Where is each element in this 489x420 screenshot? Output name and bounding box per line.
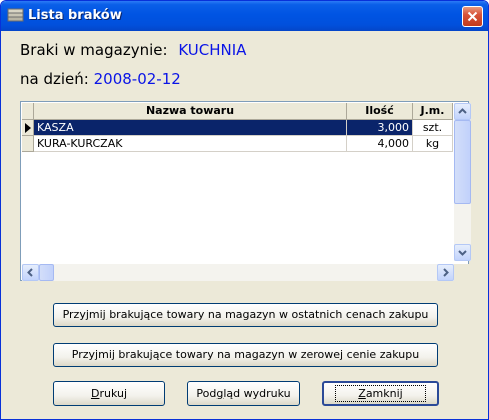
preview-label-end: ląd wydruku bbox=[223, 387, 291, 400]
print-button[interactable]: Drukuj bbox=[53, 381, 165, 406]
scroll-down-button[interactable] bbox=[454, 244, 471, 261]
date-label: na dzień: bbox=[20, 70, 89, 88]
magazyn-label: Braki w magazynie: bbox=[20, 41, 168, 59]
date-value: 2008-02-12 bbox=[93, 70, 181, 88]
window-title: Lista braków bbox=[28, 8, 122, 23]
table-cell-qty[interactable]: 3,000 bbox=[347, 120, 413, 136]
vertical-scroll-thumb[interactable] bbox=[454, 120, 471, 204]
scroll-up-button[interactable] bbox=[454, 103, 471, 120]
column-header-jm[interactable]: J.m. bbox=[413, 103, 453, 120]
title-bar[interactable]: Lista braków bbox=[1, 1, 488, 31]
header-corner bbox=[22, 103, 34, 120]
column-header-nazwa[interactable]: Nazwa towaru bbox=[34, 103, 347, 120]
accept-last-price-button[interactable]: Przyjmij brakujące towary na magazyn w o… bbox=[53, 303, 438, 327]
preview-label-start: Pod bbox=[196, 387, 217, 400]
horizontal-scrollbar[interactable] bbox=[22, 264, 454, 281]
table-cell-unit[interactable]: szt. bbox=[413, 120, 453, 136]
column-header-ilosc[interactable]: Ilość bbox=[347, 103, 413, 120]
current-row-indicator bbox=[22, 120, 34, 136]
scroll-right-button[interactable] bbox=[437, 264, 454, 281]
chevron-right-icon bbox=[443, 268, 449, 277]
date-row: na dzień: 2008-02-12 bbox=[20, 70, 181, 88]
vertical-scrollbar[interactable] bbox=[454, 103, 471, 261]
table-cell-name[interactable]: KURA-KURCZAK bbox=[34, 136, 347, 152]
print-label-rest: rukuj bbox=[99, 387, 128, 400]
close-button[interactable]: Zamknij bbox=[322, 381, 439, 406]
close-accel: Z bbox=[358, 387, 366, 400]
chevron-down-icon bbox=[458, 250, 467, 256]
accept-zero-price-button[interactable]: Przyjmij brakujące towary na magazyn w z… bbox=[53, 343, 438, 367]
print-preview-button[interactable]: Podgląd wydruku bbox=[187, 381, 300, 406]
close-label-rest: amknij bbox=[365, 387, 403, 400]
list-icon bbox=[7, 8, 24, 22]
magazyn-value: KUCHNIA bbox=[178, 41, 247, 59]
scrollbar-corner bbox=[454, 264, 470, 281]
magazyn-row: Braki w magazynie: KUCHNIA bbox=[20, 41, 246, 59]
chevron-left-icon bbox=[27, 268, 33, 277]
focus-rectangle: Zamknij bbox=[335, 385, 426, 402]
braki-table[interactable]: Nazwa towaru Ilość J.m. KASZA 3,000 szt.… bbox=[20, 101, 471, 281]
close-window-button[interactable] bbox=[462, 6, 483, 27]
table-cell-unit[interactable]: kg bbox=[413, 136, 453, 152]
scroll-left-button[interactable] bbox=[22, 264, 39, 281]
table-cell-name[interactable]: KASZA bbox=[34, 120, 347, 136]
close-icon bbox=[467, 11, 478, 22]
table-cell-qty[interactable]: 4,000 bbox=[347, 136, 413, 152]
row-pointer-icon bbox=[25, 123, 31, 133]
horizontal-scroll-thumb[interactable] bbox=[39, 264, 54, 281]
chevron-up-icon bbox=[458, 108, 467, 114]
row-indicator bbox=[22, 136, 34, 152]
lista-brakow-window: Lista braków Braki w magazynie: KUCHNIA … bbox=[0, 0, 489, 420]
